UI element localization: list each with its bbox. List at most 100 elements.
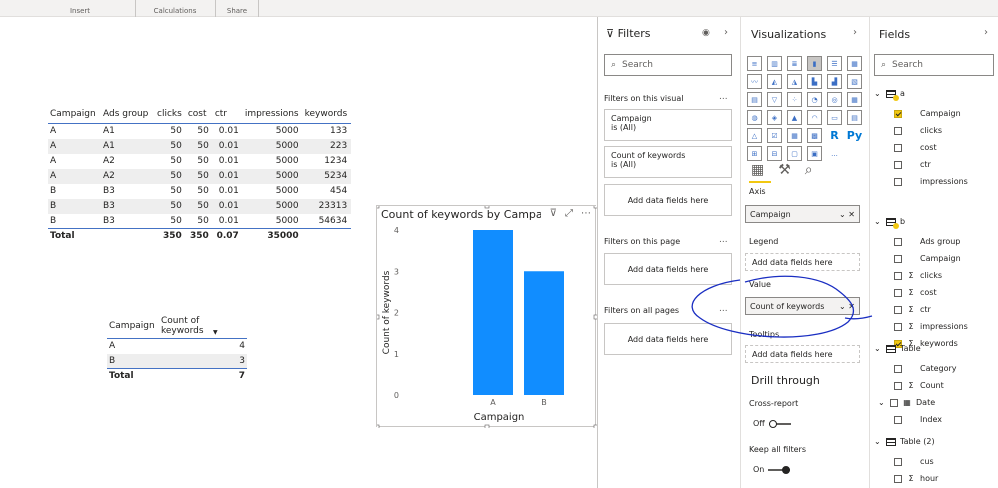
table-row[interactable]: A4	[107, 339, 247, 354]
more-options-icon[interactable]: ...	[719, 304, 728, 314]
field-item[interactable]: Campaign	[894, 254, 961, 263]
field-item[interactable]: impressions	[894, 177, 968, 186]
kpi-icon[interactable]: △	[747, 128, 762, 143]
legend-dropzone[interactable]: Add data fields here	[745, 253, 860, 271]
shape-map-icon[interactable]: ▲	[787, 110, 802, 125]
field-checkbox[interactable]	[894, 271, 902, 280]
field-item[interactable]: Σimpressions	[894, 322, 968, 331]
chevron-right-icon[interactable]: ›	[724, 27, 728, 38]
field-checkbox[interactable]	[894, 177, 902, 186]
field-checkbox[interactable]	[894, 322, 902, 331]
column-header-clicks[interactable]: clicks	[155, 107, 186, 124]
field-item[interactable]: Σcost	[894, 288, 937, 297]
resize-handle[interactable]	[484, 424, 490, 428]
stacked-area-icon[interactable]: ◮	[787, 74, 802, 89]
chevron-right-icon[interactable]: ›	[984, 27, 988, 38]
filter-icon[interactable]: ⊽	[550, 208, 557, 219]
resize-handle[interactable]	[377, 314, 380, 320]
smart-narrative-icon[interactable]: ▣	[807, 146, 822, 161]
table-row[interactable]: A A1 50 50 0.01 5000 133	[48, 124, 351, 139]
detail-table[interactable]: Campaign Ads group clicks cost ctr impre…	[48, 107, 352, 244]
ribbon-group-insert[interactable]: Insert	[40, 0, 120, 17]
100-stacked-bar-icon[interactable]: ☰	[827, 56, 842, 71]
fields-tab-icon[interactable]: ▦	[751, 162, 764, 178]
bar-A[interactable]	[473, 230, 513, 395]
field-item[interactable]: ctr	[894, 160, 931, 169]
more-options-icon[interactable]: ...	[719, 92, 728, 102]
field-checkbox[interactable]	[894, 364, 902, 373]
field-checkbox[interactable]	[894, 109, 902, 118]
field-item[interactable]: Σctr	[894, 305, 931, 314]
chevron-down-icon[interactable]: ⌄ ✕	[839, 210, 855, 219]
filter-card-campaign[interactable]: Campaign is (All)	[604, 109, 732, 141]
axis-well-field[interactable]: Campaign ⌄ ✕	[745, 205, 860, 223]
keep-filters-toggle[interactable]	[768, 465, 791, 474]
value-well-field[interactable]: Count of keywords ⌄ ✕	[745, 297, 860, 315]
bar-B[interactable]	[524, 271, 564, 395]
column-header-impressions[interactable]: impressions	[242, 107, 303, 124]
donut-chart-icon[interactable]: ◎	[827, 92, 842, 107]
field-item[interactable]: clicks	[894, 126, 942, 135]
resize-handle[interactable]	[377, 424, 380, 428]
more-options-icon[interactable]: ...	[719, 235, 728, 245]
line-chart-icon[interactable]: 〰	[747, 74, 762, 89]
table-row[interactable]: B B3 50 50 0.01 5000 54634	[48, 214, 351, 229]
field-item[interactable]: ⌄ ▦ Date	[878, 398, 935, 407]
cross-report-toggle[interactable]	[768, 419, 791, 428]
clustered-column-icon[interactable]: ▮	[807, 56, 822, 71]
format-paint-roller-icon[interactable]: ⚒	[778, 162, 791, 178]
column-header-campaign[interactable]: Campaign	[107, 314, 159, 339]
field-checkbox[interactable]	[894, 288, 902, 297]
key-influencers-icon[interactable]: ⊞	[747, 146, 762, 161]
table-row[interactable]: B3	[107, 353, 247, 369]
table-row[interactable]: B B3 50 50 0.01 5000 454	[48, 184, 351, 199]
more-visuals-icon[interactable]: ...	[827, 146, 842, 161]
analytics-magnifier-icon[interactable]: ⌕	[805, 162, 813, 178]
column-chart-visual[interactable]: 0 1 2 3 4 A B Campaign Count of keywords Count o…	[376, 205, 597, 428]
chevron-down-icon[interactable]: ⌄ ✕	[839, 302, 855, 311]
add-visual-filter-dropzone[interactable]: Add data fields here	[604, 184, 732, 216]
field-item[interactable]: Σhour	[894, 474, 938, 483]
chevron-down-icon[interactable]: ⌄	[878, 398, 886, 407]
tooltips-dropzone[interactable]: Add data fields here	[745, 345, 860, 363]
gauge-icon[interactable]: ◠	[807, 110, 822, 125]
line-column-icon[interactable]: ▙	[807, 74, 822, 89]
column-header-ctr[interactable]: ctr	[212, 107, 243, 124]
field-checkbox[interactable]	[894, 474, 902, 483]
eye-icon[interactable]: ◉	[702, 28, 710, 38]
ribbon-chart-icon[interactable]: ▧	[847, 74, 862, 89]
add-report-filter-dropzone[interactable]: Add data fields here	[604, 323, 732, 355]
table-row[interactable]: A A1 50 50 0.01 5000 223	[48, 138, 352, 154]
map-icon[interactable]: ◍	[747, 110, 762, 125]
decomposition-tree-icon[interactable]: ⊟	[767, 146, 782, 161]
field-item[interactable]: cost	[894, 143, 937, 152]
summary-table[interactable]: Campaign Count of keywords ▼ A4 B3 Total 7	[107, 314, 247, 384]
column-header-count-of-keywords[interactable]: Count of keywords ▼	[159, 314, 247, 339]
field-item[interactable]: Σ Count	[894, 381, 944, 390]
field-checkbox[interactable]	[894, 305, 902, 314]
stacked-column-icon[interactable]: ▥	[767, 56, 782, 71]
field-table-table_b[interactable]: ⌄ b	[874, 217, 905, 229]
column-header-ads-group[interactable]: Ads group	[101, 107, 155, 124]
sort-descending-icon[interactable]: ▼	[213, 329, 218, 336]
field-item[interactable]: cus	[894, 457, 934, 466]
filters-search-input[interactable]: ⌕ Search	[604, 54, 732, 76]
table-row[interactable]: B B3 50 50 0.01 5000 23313	[48, 198, 352, 214]
field-checkbox[interactable]	[894, 254, 902, 263]
slicer-icon[interactable]: ☑	[767, 128, 782, 143]
ribbon-group-share[interactable]: Share	[218, 0, 256, 17]
chevron-down-icon[interactable]: ⌄	[874, 217, 882, 226]
card-icon[interactable]: ▭	[827, 110, 842, 125]
keep-filters-toggle-row[interactable]: On	[753, 465, 791, 474]
field-table-table_a[interactable]: ⌄ a	[874, 89, 905, 101]
stacked-bar-icon[interactable]: ≡	[747, 56, 762, 71]
cross-report-toggle-row[interactable]: Off	[753, 419, 791, 428]
ribbon-group-calculations[interactable]: Calculations	[140, 0, 210, 17]
more-options-icon[interactable]: ⋯	[581, 208, 591, 219]
qa-icon[interactable]: ▢	[787, 146, 802, 161]
chevron-down-icon[interactable]: ⌄	[874, 344, 882, 353]
field-item[interactable]: Σclicks	[894, 271, 942, 280]
field-item[interactable]: Category	[894, 364, 957, 373]
table-row[interactable]: A A2 50 50 0.01 5000 5234	[48, 168, 352, 184]
waterfall-icon[interactable]: ▤	[747, 92, 762, 107]
